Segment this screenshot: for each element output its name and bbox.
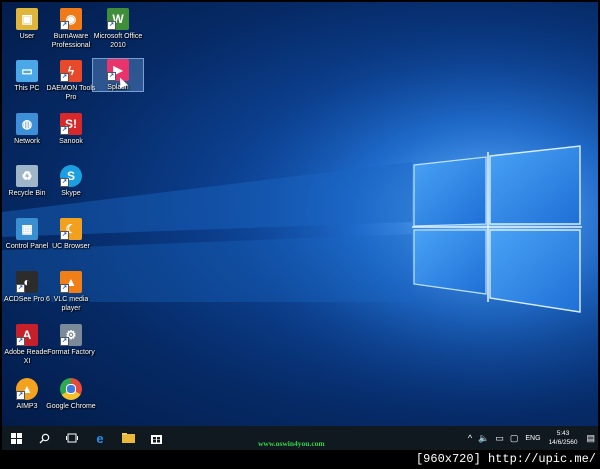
file-explorer-icon[interactable] — [114, 426, 142, 450]
notification-icon[interactable]: ▢ — [510, 433, 519, 444]
recycle-bin-icon: ♻ — [16, 165, 38, 187]
store-icon[interactable] — [142, 426, 170, 450]
network-status-icon[interactable]: ▭ — [495, 433, 504, 444]
desktop-icon-label: Skype — [61, 190, 81, 197]
desktop-icon-adobe-reader[interactable]: A ↗ Adobe Reader XI — [2, 324, 52, 366]
aimp-icon: ▲ ↗ — [16, 378, 38, 400]
vlc-icon: ▲ ↗ — [60, 271, 82, 293]
desktop-icon-label: Sanook — [59, 138, 83, 145]
desktop-icon-format-factory[interactable]: ⚙ ↗ Format Factory — [46, 324, 96, 357]
desktop-icon-label: Network — [14, 138, 40, 145]
watermark: www.oswin4you.com — [258, 439, 325, 448]
desktop-icon-daemon-tools[interactable]: ϟ ↗ DAEMON Tools Pro — [46, 60, 96, 102]
desktop-icon-sanook[interactable]: S! ↗ Sanook — [46, 113, 96, 146]
skype-icon: S ↗ — [60, 165, 82, 187]
desktop-icon-network[interactable]: ◍ Network — [2, 113, 52, 146]
desktop-icon-office[interactable]: W ↗ Microsoft Office 2010 — [93, 8, 143, 50]
desktop-icon-label: AIMP3 — [16, 403, 38, 410]
acdsee-icon: ◐ ↗ — [16, 271, 38, 293]
image-footer: [960x720] http://upic.me/ — [0, 450, 600, 469]
sanook-icon: S! ↗ — [60, 113, 82, 135]
desktop-icon-label: BurnAware Professional — [51, 33, 91, 49]
desktop-icon-label: UC Browser — [52, 243, 90, 250]
desktop-icon-label: ACDSee Pro 6 — [4, 296, 50, 303]
format-factory-icon: ⚙ ↗ — [60, 324, 82, 346]
desktop-icon-splash[interactable]: ▶ ↗ Splash — [92, 58, 144, 92]
chrome-icon — [60, 378, 82, 400]
desktop-icon-skype[interactable]: S ↗ Skype — [46, 165, 96, 198]
clock[interactable]: 5:43 14/6/2560 — [549, 429, 578, 447]
desktop-icon-vlc[interactable]: ▲ ↗ VLC media player — [46, 271, 96, 313]
task-view-icon[interactable] — [58, 426, 86, 450]
system-tray: ^ 🔈 ▭ ▢ ENG 5:43 14/6/2560 ▤ — [465, 426, 598, 450]
burnaware-icon: ◉ ↗ — [60, 8, 82, 30]
show-hidden-icons-icon[interactable]: ^ — [468, 433, 472, 443]
desktop-icon-chrome[interactable]: Google Chrome — [46, 378, 96, 411]
desktop-icon-acdsee[interactable]: ◐ ↗ ACDSee Pro 6 — [2, 271, 52, 304]
search-icon[interactable] — [30, 426, 58, 450]
desktop[interactable]: ▣ User ◉ ↗ BurnAware Professional W ↗ Micr… — [2, 2, 598, 450]
clock-date: 14/6/2560 — [548, 439, 578, 446]
desktop-icon-label: Microsoft Office 2010 — [93, 33, 143, 49]
control-panel-icon: ▦ — [16, 218, 38, 240]
edge-icon[interactable]: e — [86, 426, 114, 450]
desktop-icon-label: VLC media player — [53, 296, 89, 312]
clock-time: 5:43 — [556, 430, 570, 437]
adobe-reader-icon: A ↗ — [16, 324, 38, 346]
desktop-icon-aimp[interactable]: ▲ ↗ AIMP3 — [2, 378, 52, 411]
desktop-icon-burnaware[interactable]: ◉ ↗ BurnAware Professional — [46, 8, 96, 50]
computer-icon: ▭ — [16, 60, 38, 82]
desktop-icon-label: DAEMON Tools Pro — [46, 85, 96, 101]
desktop-icon-label: User — [19, 33, 35, 40]
desktop-icon-control-panel[interactable]: ▦ Control Panel — [2, 218, 52, 251]
desktop-icon-label: Format Factory — [47, 349, 95, 356]
desktop-icon-label: This PC — [14, 85, 40, 92]
volume-icon[interactable]: 🔈 — [478, 433, 489, 444]
footer-caption: [960x720] http://upic.me/ — [415, 452, 596, 466]
desktop-icon-this-pc[interactable]: ▭ This PC — [2, 60, 52, 93]
user-folder-icon: ▣ — [16, 8, 38, 30]
desktop-icon-label: Adobe Reader XI — [4, 349, 50, 365]
desktop-icon-label: Recycle Bin — [8, 190, 46, 197]
desktop-icon-label: Control Panel — [5, 243, 49, 250]
action-center-icon[interactable]: ▤ — [586, 433, 595, 444]
windows-start-icon[interactable] — [2, 426, 30, 450]
uc-browser-icon: ☾ ↗ — [60, 218, 82, 240]
network-icon: ◍ — [16, 113, 38, 135]
desktop-icon-recycle-bin[interactable]: ♻ Recycle Bin — [2, 165, 52, 198]
desktop-icon-user[interactable]: ▣ User — [2, 8, 52, 41]
language-indicator[interactable]: ENG — [525, 435, 540, 442]
office-icon: W ↗ — [107, 8, 129, 30]
daemon-tools-icon: ϟ ↗ — [60, 60, 82, 82]
desktop-icon-label: Google Chrome — [46, 403, 96, 410]
desktop-icon-uc-browser[interactable]: ☾ ↗ UC Browser — [46, 218, 96, 251]
